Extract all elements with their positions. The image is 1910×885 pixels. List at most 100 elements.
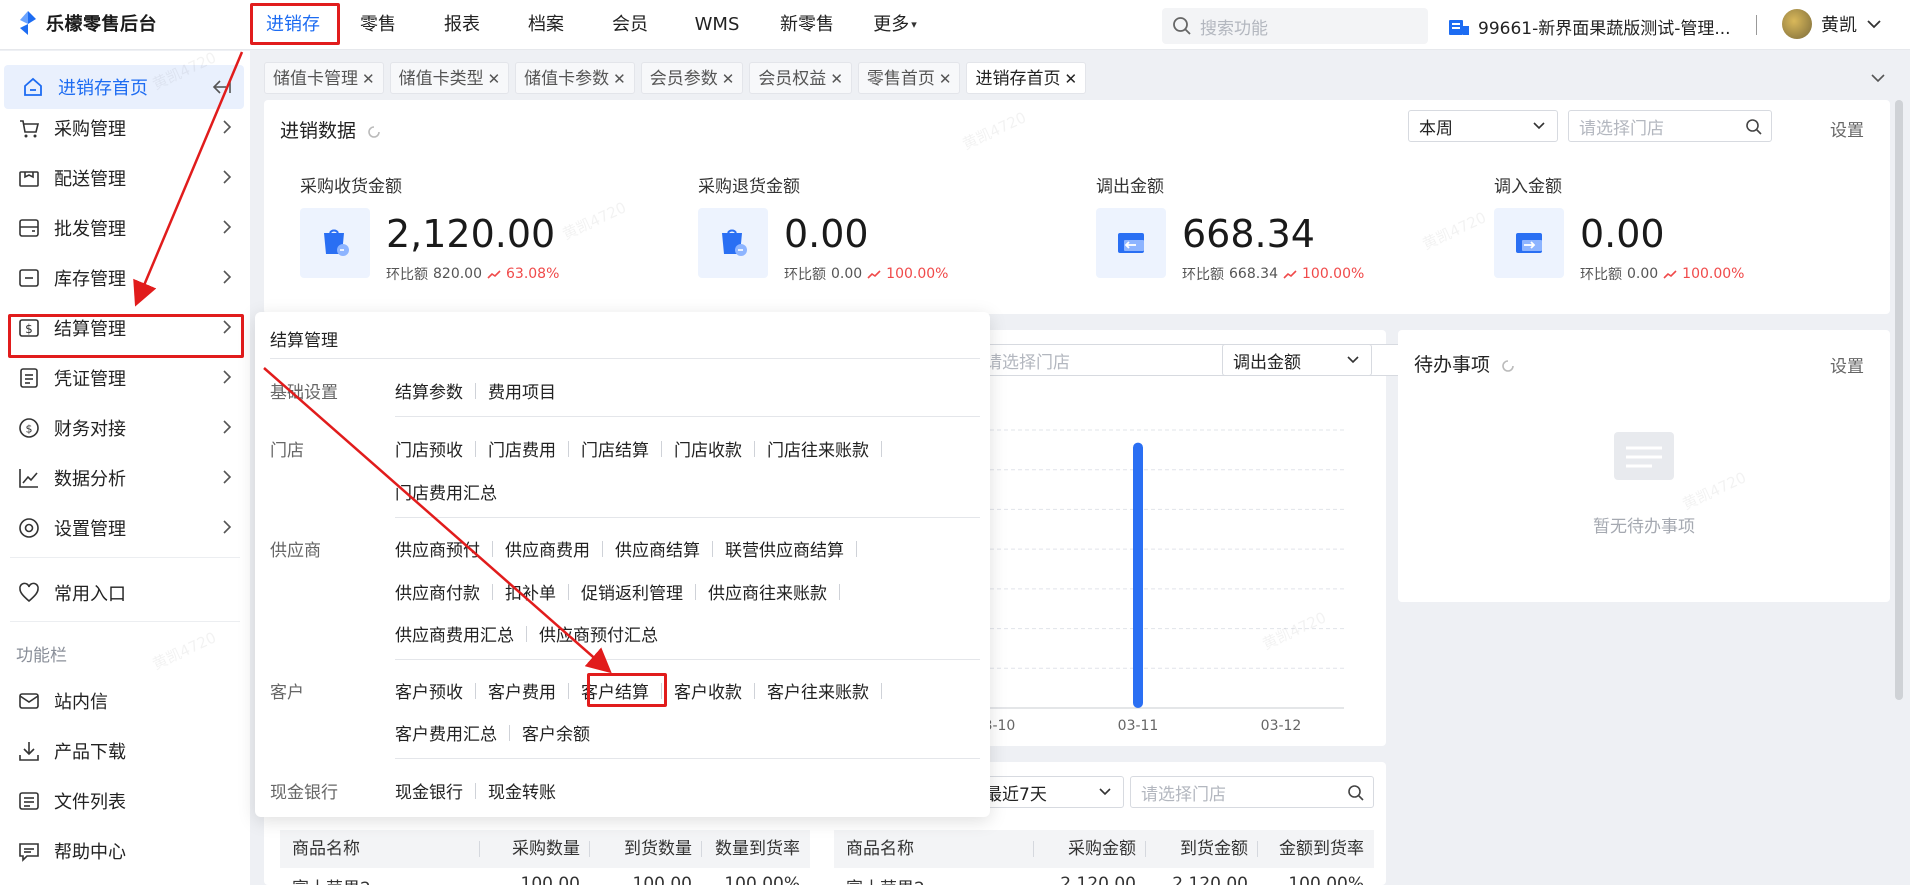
nav-wms[interactable]: WMS: [672, 0, 762, 50]
close-icon[interactable]: ✕: [613, 70, 626, 88]
sidebar-item-voucher[interactable]: 凭证管理: [0, 356, 250, 400]
period-select[interactable]: 本周: [1408, 110, 1558, 142]
sidebar-item-label: 文件列表: [54, 792, 126, 813]
menu-item-cash-bank[interactable]: 现金银行: [395, 778, 463, 803]
menu-item-store-collection[interactable]: 门店收款: [674, 436, 742, 461]
metric-value: 668.34: [1182, 212, 1315, 256]
menu-item-customer-prereceive[interactable]: 客户预收: [395, 678, 463, 703]
collapse-sidebar-icon[interactable]: [212, 78, 232, 96]
refresh-icon[interactable]: [1500, 358, 1516, 374]
sidebar-item-purchase[interactable]: 采购管理: [0, 106, 250, 150]
menu-item-supplier-expense-summary[interactable]: 供应商费用汇总: [395, 621, 514, 646]
menu-item-supplier-accounts[interactable]: 供应商往来账款: [708, 579, 827, 604]
sidebar-item-favorites[interactable]: 常用入口: [0, 571, 250, 615]
tab-label: 会员参数: [649, 69, 718, 89]
close-icon[interactable]: ✕: [830, 70, 843, 88]
menu-item-customer-balance[interactable]: 客户余额: [522, 720, 590, 745]
tab-member-params[interactable]: 会员参数 ✕: [640, 62, 744, 94]
top-bar: 乐檬零售后台 进销存 零售 报表 档案 会员 WMS 新零售 更多 ▾ 搜索功能 …: [0, 0, 1910, 50]
menu-item-customer-expense-summary[interactable]: 客户费用汇总: [395, 720, 497, 745]
menu-item-supplier-expense[interactable]: 供应商费用: [505, 536, 590, 561]
sidebar-item-inventory[interactable]: 库存管理: [0, 256, 250, 300]
sidebar-divider: [10, 557, 240, 558]
tab-stored-value-card[interactable]: 储值卡管理 ✕: [264, 62, 384, 94]
user-menu[interactable]: 黄凯: [1782, 9, 1882, 39]
menu-item-customer-expense[interactable]: 客户费用: [488, 678, 556, 703]
menu-item-supplier-prepay[interactable]: 供应商预付: [395, 536, 480, 561]
scrollbar-thumb[interactable]: [1895, 100, 1903, 700]
sidebar-item-files[interactable]: 文件列表: [0, 779, 250, 823]
menu-item-store-expense[interactable]: 门店费用: [488, 436, 556, 461]
separator: [568, 682, 569, 699]
tab-label: 进销存首页: [975, 69, 1061, 89]
menu-item-store-prereceive[interactable]: 门店预收: [395, 436, 463, 461]
sidebar-item-delivery[interactable]: 配送管理: [0, 156, 250, 200]
sidebar-item-help[interactable]: 帮助中心: [0, 829, 250, 873]
menu-item-supplier-payment[interactable]: 供应商付款: [395, 579, 480, 604]
separator: [526, 625, 527, 642]
sidebar-item-messages[interactable]: 站内信: [0, 679, 250, 723]
metric-compare: 环比额 820.00 63.08%: [386, 264, 559, 284]
refresh-icon[interactable]: [366, 124, 382, 140]
menu-item-promo-rebate[interactable]: 促销返利管理: [581, 579, 683, 604]
nav-reports[interactable]: 报表: [420, 0, 504, 50]
metric-purchase-return: 采购退货金额 0.00 环比额 0.00 100.00%: [698, 172, 1078, 292]
nav-archives[interactable]: 档案: [504, 0, 588, 50]
trend-up-icon: [487, 270, 501, 279]
close-icon[interactable]: ✕: [939, 70, 952, 88]
store-switcher[interactable]: 99661-新界面果蔬版测试-管理...: [1448, 14, 1731, 39]
menu-item-expense-items[interactable]: 费用项目: [488, 378, 556, 403]
page-scrollbar[interactable]: [1892, 100, 1906, 700]
tab-retail-home[interactable]: 零售首页 ✕: [857, 62, 961, 94]
tab-inventory-home[interactable]: 进销存首页 ✕: [966, 62, 1087, 94]
menu-item-joint-supplier-settlement[interactable]: 联营供应商结算: [725, 536, 844, 561]
bottom-store-input[interactable]: 请选择门店: [1130, 776, 1374, 808]
tabs-dropdown-icon[interactable]: [1864, 64, 1892, 92]
menu-item-store-expense-summary[interactable]: 门店费用汇总: [395, 479, 497, 504]
store-select-input[interactable]: 请选择门店: [1568, 110, 1772, 142]
tab-card-params[interactable]: 储值卡参数 ✕: [515, 62, 635, 94]
close-icon[interactable]: ✕: [488, 70, 501, 88]
table-row[interactable]: 富士苹果2 2,120.00 2,120.00 100.00%: [834, 874, 1374, 885]
menu-item-customer-accounts[interactable]: 客户往来账款: [767, 678, 869, 703]
sidebar-item-settings[interactable]: 设置管理: [0, 506, 250, 550]
tab-card-type[interactable]: 储值卡类型 ✕: [389, 62, 510, 94]
nav-members[interactable]: 会员: [588, 0, 672, 50]
menu-item-store-accounts[interactable]: 门店往来账款: [767, 436, 869, 461]
close-icon[interactable]: ✕: [722, 70, 735, 88]
nav-new-retail[interactable]: 新零售: [762, 0, 852, 50]
chevron-right-icon: [223, 470, 232, 484]
nav-retail[interactable]: 零售: [336, 0, 420, 50]
menu-item-customer-collection[interactable]: 客户收款: [674, 678, 742, 703]
close-icon[interactable]: ✕: [1064, 70, 1077, 88]
sidebar-item-inventory-home[interactable]: 进销存首页: [4, 65, 244, 109]
todo-settings-link[interactable]: 设置: [1830, 352, 1864, 377]
menu-item-supplier-settlement[interactable]: 供应商结算: [615, 536, 700, 561]
menu-item-deduction-slip[interactable]: 扣补单: [505, 579, 556, 604]
tab-bar: 储值卡管理 ✕ 储值卡类型 ✕ 储值卡参数 ✕ 会员参数 ✕ 会员权益 ✕ 零售首页 ✕ 进…: [264, 62, 1087, 94]
transfer-in-icon: [1516, 233, 1542, 253]
separator: [568, 440, 569, 457]
feature-search-input[interactable]: 搜索功能: [1162, 8, 1428, 44]
menu-item-cash-transfer[interactable]: 现金转账: [488, 778, 556, 803]
sidebar-item-wholesale[interactable]: 批发管理: [0, 206, 250, 250]
chevron-down-icon: [1099, 788, 1111, 796]
table-row[interactable]: 富士苹果2 100.00 100.00 100.00%: [280, 874, 810, 885]
flyout-title: 结算管理: [270, 331, 338, 351]
table-cell: 2,120.00: [1172, 874, 1248, 885]
menu-item-settlement-params[interactable]: 结算参数: [395, 378, 463, 403]
menu-item-supplier-prepay-summary[interactable]: 供应商预付汇总: [539, 621, 658, 646]
app-logo[interactable]: 乐檬零售后台: [18, 10, 157, 36]
tab-member-rights[interactable]: 会员权益 ✕: [749, 62, 852, 94]
sidebar-item-download[interactable]: 产品下载: [0, 729, 250, 773]
data-settings-link[interactable]: 设置: [1830, 116, 1864, 141]
close-icon[interactable]: ✕: [362, 70, 375, 88]
chart-bar[interactable]: [1133, 442, 1143, 708]
range-select[interactable]: 最近7天: [974, 776, 1124, 808]
sidebar-item-analysis[interactable]: 数据分析: [0, 456, 250, 500]
tab-label: 储值卡类型: [398, 69, 484, 89]
menu-item-store-settlement[interactable]: 门店结算: [581, 436, 649, 461]
sidebar-item-finance[interactable]: $ 财务对接: [0, 406, 250, 450]
nav-more[interactable]: 更多 ▾: [852, 0, 938, 50]
chevron-down-icon: [1533, 122, 1545, 130]
